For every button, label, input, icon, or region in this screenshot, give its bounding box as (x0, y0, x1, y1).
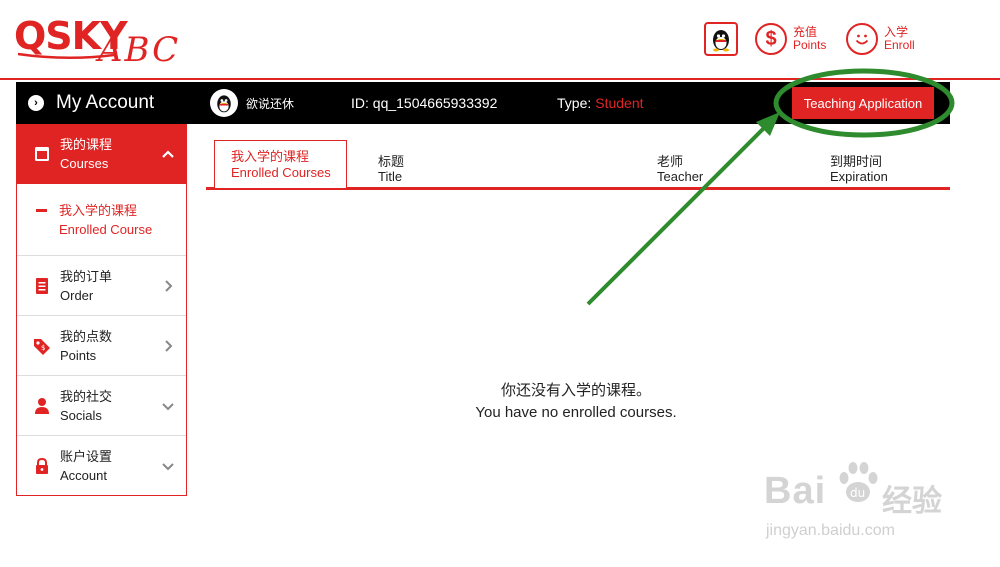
chevron-down-icon (162, 403, 174, 411)
column-header-expiration: 到期时间 Expiration (830, 154, 888, 184)
watermark-brand: Bai (764, 470, 827, 512)
header-points-link[interactable]: $ 充值 Points (755, 22, 826, 56)
header-divider (0, 78, 1000, 80)
enroll-en: Enroll (884, 38, 915, 52)
column-header-teacher: 老师 Teacher (657, 154, 704, 184)
svg-text:$: $ (41, 344, 45, 352)
username: 欲说还休 (246, 96, 295, 111)
enrolled-course-en: Enrolled Course (59, 221, 153, 237)
enroll-zh: 入学 (884, 25, 909, 39)
my-account-title: › My Account (28, 82, 154, 124)
tab-enrolled-courses[interactable]: 我入学的课程 Enrolled Courses (214, 140, 347, 188)
account-item-zh: 账户设置 (60, 449, 113, 464)
sidebar: 我的课程 Courses 我入学的课程 Enrolled Course 我的订单… (16, 124, 187, 496)
account-type: Type: Student (557, 82, 644, 124)
empty-message-en: You have no enrolled courses. (475, 404, 677, 421)
watermark-url: jingyan.baidu.com (766, 522, 895, 539)
logo-swoosh (17, 52, 115, 59)
svg-text:du: du (850, 486, 865, 500)
sidebar-item-points[interactable]: $ 我的点数 Points (17, 316, 186, 376)
tab-enrolled-zh: 我入学的课程 (231, 149, 310, 164)
account-bar: › My Account 欲说还休 ID: qq_1504665933392 T… (16, 82, 950, 124)
header-avatar-icon[interactable] (704, 22, 738, 56)
empty-message-zh: 你还没有入学的课程。 (500, 382, 651, 399)
account-user: 欲说还休 (210, 82, 294, 124)
logo-script-text: ABC (98, 30, 181, 70)
site-header: QSKY ABC $ 充值 Points 入学 Enroll (0, 0, 1000, 80)
account-id: ID: qq_1504665933392 (351, 95, 498, 111)
order-en: Order (60, 287, 94, 303)
tab-enrolled-en: Enrolled Courses (231, 165, 331, 180)
account-type-label: Type: (557, 95, 592, 111)
empty-state-message: 你还没有入学的课程。 You have no enrolled courses. (406, 380, 746, 424)
order-icon (32, 276, 52, 296)
chevron-down-icon (162, 463, 174, 471)
paw-icon: du (839, 462, 878, 502)
account-title-text: My Account (56, 92, 155, 113)
order-zh: 我的订单 (60, 268, 113, 284)
active-dash-marker (36, 209, 47, 212)
points-item-en: Points (60, 347, 97, 363)
site-logo[interactable]: QSKY ABC (14, 10, 184, 70)
account-item-en: Account (60, 468, 107, 483)
sidebar-item-courses[interactable]: 我的课程 Courses (17, 124, 186, 184)
courses-en: Courses (60, 156, 109, 171)
chevron-right-icon (165, 340, 173, 352)
chevron-up-icon (162, 150, 174, 158)
teaching-application-button[interactable]: Teaching Application (792, 87, 934, 119)
sidebar-item-account[interactable]: 账户设置 Account (17, 436, 186, 496)
points-zh: 充值 (793, 25, 818, 39)
dollar-icon: $ (755, 23, 787, 55)
points-en: Points (793, 38, 827, 52)
chevron-right-circle-icon: › (28, 95, 44, 111)
header-enroll-link[interactable]: 入学 Enroll (846, 22, 915, 56)
tag-icon: $ (32, 336, 52, 356)
courses-icon (32, 144, 52, 164)
sidebar-subitem-enrolled-course[interactable]: 我入学的课程 Enrolled Course (17, 184, 186, 256)
column-header-title: 标题 Title (378, 154, 405, 184)
watermark-brand-zh: 经验 (882, 485, 942, 518)
socials-zh: 我的社交 (60, 388, 113, 404)
courses-zh: 我的课程 (60, 137, 113, 152)
lock-icon (32, 456, 52, 476)
account-type-value: Student (595, 95, 644, 111)
chevron-right-icon (165, 280, 173, 292)
smile-icon (846, 23, 878, 55)
courses-table-header: 我入学的课程 Enrolled Courses 标题 Title 老师 Teac… (206, 140, 950, 190)
sidebar-item-socials[interactable]: 我的社交 Socials (17, 376, 186, 436)
socials-en: Socials (60, 407, 102, 423)
person-icon (32, 396, 52, 416)
sidebar-item-order[interactable]: 我的订单 Order (17, 256, 186, 316)
baidu-watermark: Bai du 经验 jingyan.baidu.com (764, 458, 964, 548)
points-item-zh: 我的点数 (60, 328, 113, 344)
user-avatar (210, 89, 238, 117)
enrolled-course-zh: 我入学的课程 (59, 202, 138, 218)
